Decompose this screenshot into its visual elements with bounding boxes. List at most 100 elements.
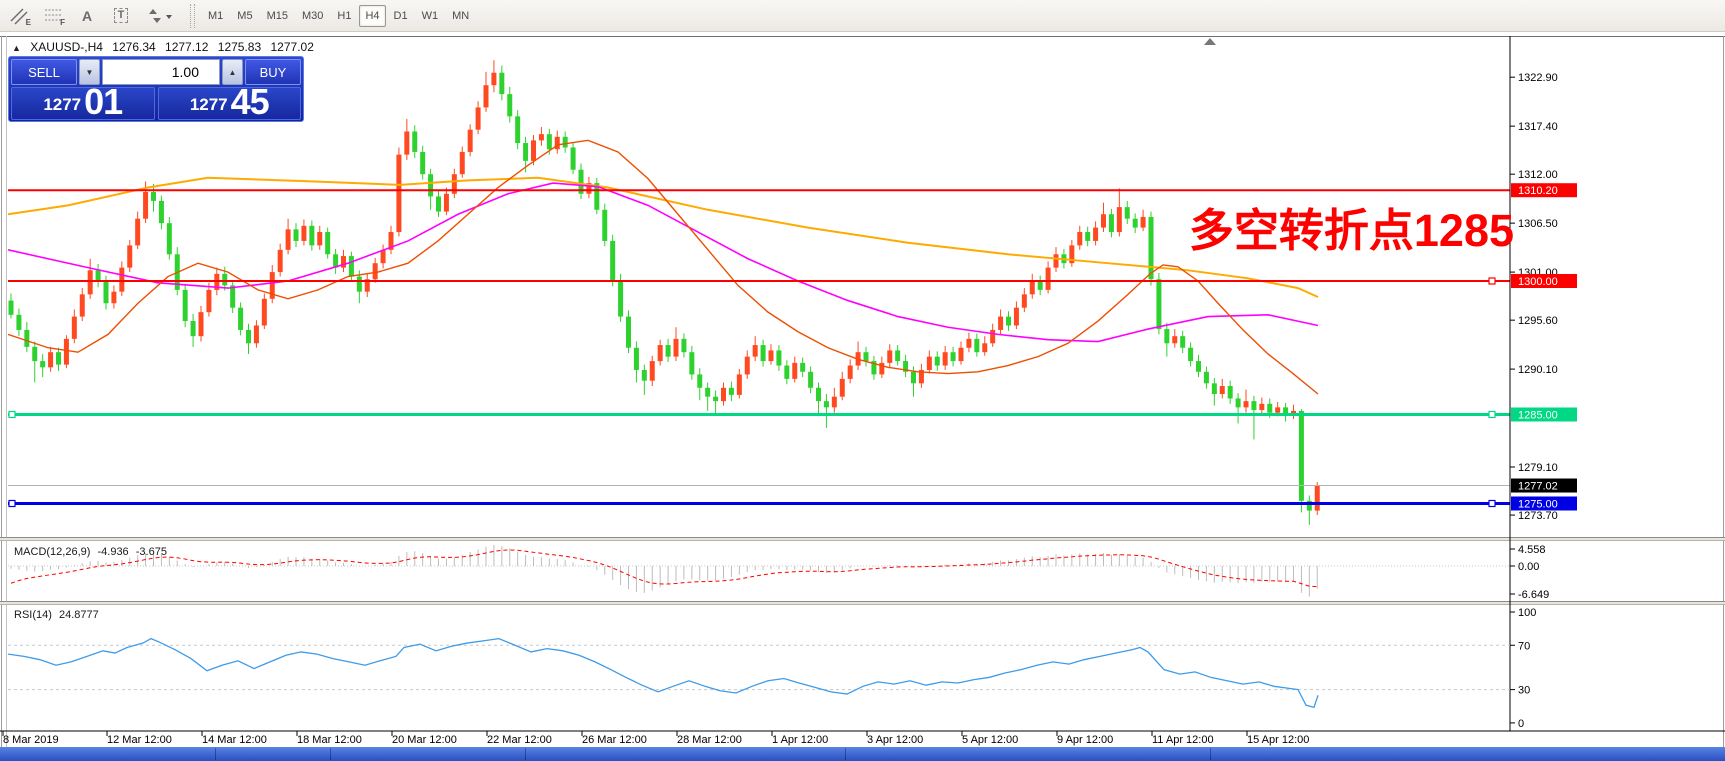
candle-body — [191, 321, 196, 336]
candle-body — [689, 352, 694, 374]
candle-body — [563, 137, 568, 148]
support-line-1285-handle[interactable] — [1489, 411, 1495, 417]
candle-body — [816, 388, 821, 401]
candle-body — [808, 372, 813, 388]
arrows-tool[interactable] — [140, 3, 180, 29]
candle-body — [9, 301, 14, 315]
candle-body — [792, 363, 797, 379]
candle-body — [650, 361, 655, 381]
chart-header: ▲ XAUUSD-,H4 1276.34 1277.12 1275.83 127… — [12, 40, 320, 54]
equidistant-channel-tool[interactable]: E — [4, 3, 34, 29]
timeframe-m30[interactable]: M30 — [296, 5, 329, 27]
candle-body — [262, 299, 267, 326]
timeframe-m5[interactable]: M5 — [231, 5, 258, 27]
timeframe-d1[interactable]: D1 — [388, 5, 414, 27]
support-line-1275-handle[interactable] — [1489, 500, 1495, 506]
time-axis-label: 26 Mar 12:00 — [582, 734, 647, 746]
timeframe-m15[interactable]: M15 — [261, 5, 294, 27]
timeframe-h4[interactable]: H4 — [359, 5, 385, 27]
candle-body — [1267, 404, 1272, 413]
candle-body — [404, 131, 409, 154]
rsi-axis-label: 30 — [1518, 685, 1530, 697]
candle-body — [72, 317, 77, 339]
candle-body — [111, 292, 116, 304]
sell-button[interactable]: SELL — [11, 59, 77, 85]
candle-body — [634, 348, 639, 370]
candle-body — [571, 147, 576, 169]
sell-price-display[interactable]: 1277 01 — [11, 87, 155, 120]
support-line-1285-handle[interactable] — [9, 411, 15, 417]
timeframe-h1[interactable]: H1 — [331, 5, 357, 27]
rsi-name: RSI(14) — [14, 609, 52, 621]
candle-body — [349, 256, 354, 276]
candle-body — [64, 339, 69, 365]
text-label-tool[interactable]: T — [106, 3, 136, 29]
candle-body — [183, 290, 188, 321]
time-axis-label: 3 Apr 12:00 — [867, 734, 923, 746]
buy-price-pips: 45 — [231, 86, 269, 118]
candle-body — [1141, 217, 1146, 228]
candle-body — [1259, 404, 1264, 410]
candle-body — [761, 345, 766, 361]
price-axis-label: 1290.10 — [1518, 364, 1558, 376]
candle-body — [254, 325, 259, 343]
timeframe-mn[interactable]: MN — [446, 5, 475, 27]
candle-body — [325, 232, 330, 254]
candle-body — [729, 388, 734, 395]
candle-body — [238, 308, 243, 330]
macd-axis-label: -6.649 — [1518, 589, 1549, 601]
sell-price-main: 1277 — [43, 92, 81, 118]
candle-body — [705, 388, 710, 397]
fibonacci-tool[interactable]: F — [38, 3, 68, 29]
candle-body — [555, 137, 560, 149]
candle-body — [1038, 281, 1043, 290]
timeframe-w1[interactable]: W1 — [416, 5, 445, 27]
candle-body — [523, 143, 528, 161]
timeframe-m1[interactable]: M1 — [202, 5, 229, 27]
macd-signal-line — [11, 550, 1317, 587]
mt4-window: E F A T M1M5M15M30H1H4D1W1MN — [0, 0, 1725, 761]
price-marker-value: 1300.00 — [1518, 276, 1558, 288]
support-line-1275-handle[interactable] — [9, 500, 15, 506]
candle-body — [317, 232, 322, 245]
candle-body — [1299, 411, 1304, 501]
resistance-line-1300-handle[interactable] — [1489, 278, 1495, 284]
price-axis-label: 1273.70 — [1518, 510, 1558, 522]
rsi-label: RSI(14) 24.8777 — [14, 609, 103, 621]
candle-body — [1188, 348, 1193, 361]
macd-axis-label: 0.00 — [1518, 561, 1539, 573]
candle-body — [966, 339, 971, 348]
candle-body — [832, 397, 837, 408]
rsi-axis-label: 0 — [1518, 718, 1524, 730]
candle-body — [1275, 407, 1280, 412]
time-axis-label: 15 Apr 12:00 — [1247, 734, 1309, 746]
candle-body — [1054, 254, 1059, 267]
candle-body — [769, 350, 774, 361]
time-axis-label: 20 Mar 12:00 — [392, 734, 457, 746]
time-axis-label: 12 Mar 12:00 — [107, 734, 172, 746]
candle-body — [159, 201, 164, 223]
time-axis-label: 11 Apr 12:00 — [1152, 734, 1214, 746]
candle-body — [911, 372, 916, 384]
buy-price-display[interactable]: 1277 45 — [158, 87, 302, 120]
candle-body — [681, 339, 686, 352]
candle-body — [230, 285, 235, 307]
price-axis-label: 1317.40 — [1518, 121, 1558, 133]
price-axis-label: 1306.50 — [1518, 218, 1558, 230]
candle-body — [96, 270, 101, 281]
candle-body — [1251, 401, 1256, 410]
one-click-collapse-icon[interactable]: ▲ — [12, 43, 21, 53]
candle-body — [824, 401, 829, 407]
spinner-down-icon: ▼ — [86, 68, 94, 77]
chart-shift-marker-icon[interactable] — [1204, 38, 1216, 45]
candle-body — [626, 317, 631, 348]
price-marker-value: 1275.00 — [1518, 498, 1558, 510]
candle-body — [88, 270, 93, 294]
candle-body — [666, 345, 671, 357]
candle-body — [943, 352, 948, 365]
buy-price-main: 1277 — [190, 92, 228, 118]
candle-body — [531, 140, 536, 160]
text-tool[interactable]: A — [72, 3, 102, 29]
candle-body — [301, 226, 306, 241]
candle-body — [309, 226, 314, 246]
